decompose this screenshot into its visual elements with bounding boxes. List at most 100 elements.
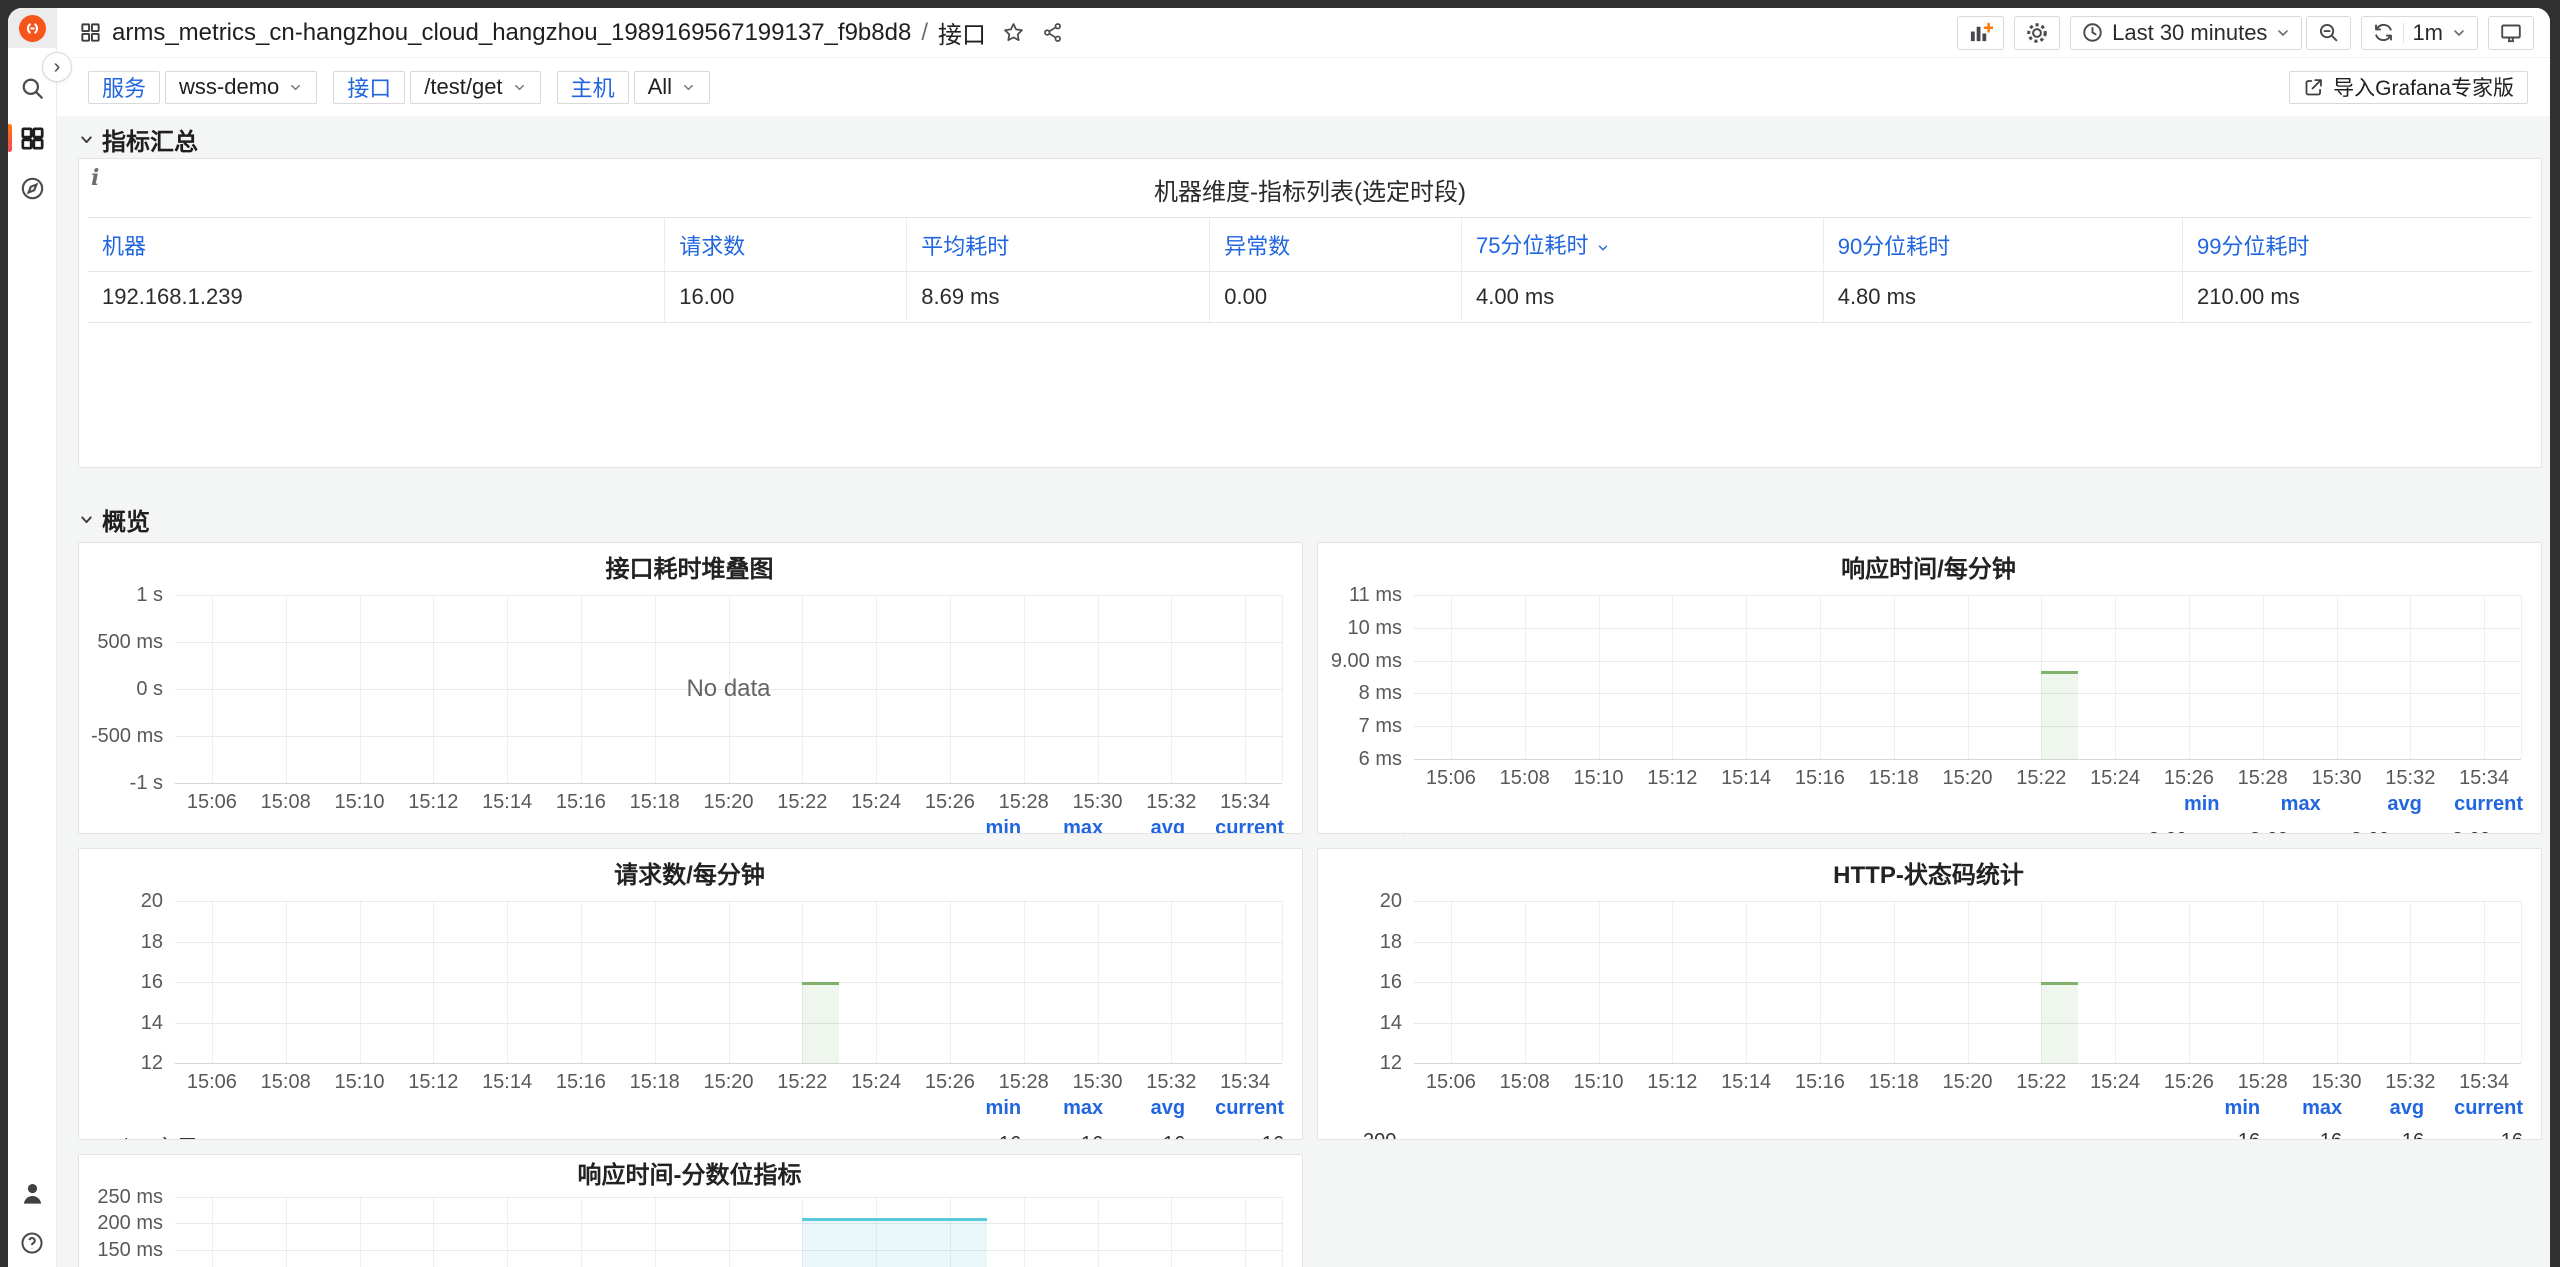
panel-title[interactable]: 响应时间-分数位指标 bbox=[91, 1163, 1288, 1193]
table-cell: 192.168.1.239 bbox=[88, 272, 665, 323]
table-column-header[interactable]: 90分位耗时 bbox=[1823, 218, 2182, 272]
legend-stat-header[interactable]: min bbox=[2208, 1097, 2260, 1120]
plot-area[interactable]: 201816141215:0615:0815:1015:1215:1415:16… bbox=[1414, 901, 2521, 1063]
x-axis-label: 15:28 bbox=[2238, 767, 2288, 790]
plot-area[interactable]: 1 s500 ms0 s-500 ms-1 s15:0615:0815:1015… bbox=[175, 595, 1282, 783]
table-panel-title[interactable]: 机器维度-指标列表(选定时段) bbox=[79, 159, 2541, 207]
dashboard-settings-button[interactable] bbox=[2014, 16, 2060, 50]
legend-stat-header[interactable]: max bbox=[1051, 817, 1103, 834]
x-axis-label: 15:10 bbox=[1573, 1071, 1623, 1094]
grid-line-vertical bbox=[2337, 595, 2338, 759]
grid-line-vertical bbox=[1451, 901, 1452, 1063]
table-column-header-label: 75分位耗时 bbox=[1476, 233, 1588, 258]
panel-title[interactable]: HTTP-状态码统计 bbox=[1330, 857, 2527, 897]
filter-label[interactable]: 服务 bbox=[88, 71, 160, 104]
x-axis-label: 15:30 bbox=[2311, 767, 2361, 790]
grid-line-vertical bbox=[581, 901, 582, 1063]
grid-line-vertical bbox=[2410, 595, 2411, 759]
legend-stat-header[interactable]: min bbox=[2148, 793, 2219, 816]
table-row[interactable]: 192.168.1.23916.008.69 ms0.004.00 ms4.80… bbox=[88, 272, 2532, 323]
plot-area[interactable]: 201816141215:0615:0815:1015:1215:1415:16… bbox=[175, 901, 1282, 1063]
dashboard-title[interactable]: arms_metrics_cn-hangzhou_cloud_hangzhou_… bbox=[112, 19, 911, 47]
section-header-summary[interactable]: 指标汇总 bbox=[78, 124, 2542, 154]
grid-line-vertical bbox=[1599, 595, 1600, 759]
grid-line-vertical bbox=[212, 901, 213, 1063]
y-axis-label: 7 ms bbox=[1330, 715, 1402, 738]
legend-stat-header[interactable]: current bbox=[2452, 793, 2523, 816]
plot-right-edge bbox=[1282, 595, 1283, 783]
grid-line-vertical bbox=[1245, 1197, 1246, 1267]
table-column-header[interactable]: 平均耗时 bbox=[907, 218, 1210, 272]
expand-menu-chevron-icon[interactable]: › bbox=[42, 52, 72, 82]
apps-grid-icon[interactable] bbox=[79, 21, 102, 44]
legend-stat-header[interactable]: avg bbox=[1133, 817, 1185, 834]
table-column-header[interactable]: 99分位耗时 bbox=[2182, 218, 2532, 272]
legend-stat-header[interactable]: avg bbox=[2351, 793, 2422, 816]
dashboards-icon[interactable] bbox=[14, 120, 50, 156]
legend-series-label[interactable]: 200 bbox=[1338, 1130, 2178, 1140]
filter-value-dropdown[interactable]: /test/get bbox=[410, 71, 540, 104]
filter-group-2: 主机All bbox=[557, 71, 710, 104]
legend-stat-header[interactable]: max bbox=[1051, 1097, 1103, 1120]
table-column-header[interactable]: 异常数 bbox=[1210, 218, 1462, 272]
panel-row-3: 响应时间-分数位指标 250 ms200 ms150 ms100 ms50 ms0… bbox=[78, 1154, 2542, 1267]
legend-stat-header[interactable]: max bbox=[2290, 1097, 2342, 1120]
legend-stat-value: 16 bbox=[1133, 1133, 1185, 1140]
legend-stat-header[interactable]: min bbox=[969, 817, 1021, 834]
table-column-header[interactable]: 75分位耗时 bbox=[1462, 218, 1824, 272]
filter-label[interactable]: 主机 bbox=[557, 71, 629, 104]
y-axis-label: 9.00 ms bbox=[1330, 650, 1402, 673]
filter-value-dropdown[interactable]: All bbox=[634, 71, 710, 104]
x-axis-label: 15:18 bbox=[630, 791, 680, 814]
legend-stat-header[interactable]: max bbox=[2250, 793, 2321, 816]
help-icon[interactable] bbox=[14, 1225, 50, 1261]
y-axis-label: 18 bbox=[91, 931, 163, 954]
table-cell: 0.00 bbox=[1210, 272, 1462, 323]
grid-line-vertical bbox=[2115, 595, 2116, 759]
panel-info-icon[interactable]: i bbox=[91, 165, 99, 191]
table-cell: 210.00 ms bbox=[2182, 272, 2532, 323]
filter-value-dropdown[interactable]: wss-demo bbox=[165, 71, 317, 104]
legend-stat-value: 16 bbox=[2208, 1130, 2260, 1140]
table-column-header[interactable]: 机器 bbox=[88, 218, 665, 272]
kiosk-mode-button[interactable] bbox=[2488, 16, 2534, 50]
legend-stat-header[interactable]: current bbox=[1215, 1097, 1284, 1120]
share-icon[interactable] bbox=[1041, 21, 1064, 44]
plot-area[interactable]: 250 ms200 ms150 ms100 ms50 ms0 ms15:0615… bbox=[175, 1197, 1282, 1267]
panel-title[interactable]: 请求数/每分钟 bbox=[91, 857, 1288, 897]
add-panel-button[interactable] bbox=[1957, 16, 2004, 50]
legend-stat-header[interactable]: current bbox=[2454, 1097, 2523, 1120]
x-axis-label: 15:26 bbox=[925, 1071, 975, 1094]
user-icon[interactable] bbox=[14, 1175, 50, 1211]
panel-title[interactable]: 接口耗时堆叠图 bbox=[91, 551, 1288, 591]
table-column-header[interactable]: 请求数 bbox=[665, 218, 907, 272]
section-header-overview[interactable]: 概览 bbox=[78, 504, 2542, 534]
logo-icon[interactable] bbox=[19, 15, 46, 42]
legend-stat-header[interactable]: min bbox=[969, 1097, 1021, 1120]
import-grafana-button[interactable]: 导入Grafana专家版 bbox=[2289, 71, 2528, 104]
filter-groups: 服务wss-demo 接口/test/get 主机All bbox=[88, 71, 726, 104]
x-axis-label: 15:10 bbox=[1573, 767, 1623, 790]
star-icon[interactable] bbox=[1002, 21, 1025, 44]
time-range-picker[interactable]: Last 30 minutes bbox=[2070, 16, 2302, 50]
table-column-header-label: 异常数 bbox=[1224, 234, 1290, 259]
table-column-header-label: 请求数 bbox=[679, 234, 745, 259]
legend-stat-header[interactable]: avg bbox=[1133, 1097, 1185, 1120]
panel-legend: minmaxavgcurrent20016161616 bbox=[1330, 1097, 2527, 1140]
legend-stat-header[interactable]: current bbox=[1215, 817, 1284, 834]
panel-title[interactable]: 响应时间/每分钟 bbox=[1330, 551, 2527, 591]
section-title: 指标汇总 bbox=[102, 122, 198, 157]
x-axis-label: 15:20 bbox=[703, 1071, 753, 1094]
refresh-interval-button[interactable]: 1m bbox=[2361, 16, 2478, 50]
legend-series-label[interactable]: http入口 bbox=[1338, 826, 2118, 834]
plot-area[interactable]: 11 ms10 ms9.00 ms8 ms7 ms6 ms15:0615:081… bbox=[1414, 595, 2521, 759]
compass-icon[interactable] bbox=[14, 170, 50, 206]
filter-label[interactable]: 接口 bbox=[333, 71, 405, 104]
legend-stat-header[interactable]: avg bbox=[2372, 1097, 2424, 1120]
filter-value-text: /test/get bbox=[424, 74, 502, 100]
legend-series-label[interactable]: http入口 bbox=[99, 1130, 939, 1140]
x-axis-label: 15:14 bbox=[482, 791, 532, 814]
grid-line-vertical bbox=[360, 1197, 361, 1267]
breadcrumb-page[interactable]: 接口 bbox=[938, 15, 986, 50]
zoom-out-button[interactable] bbox=[2306, 16, 2351, 50]
